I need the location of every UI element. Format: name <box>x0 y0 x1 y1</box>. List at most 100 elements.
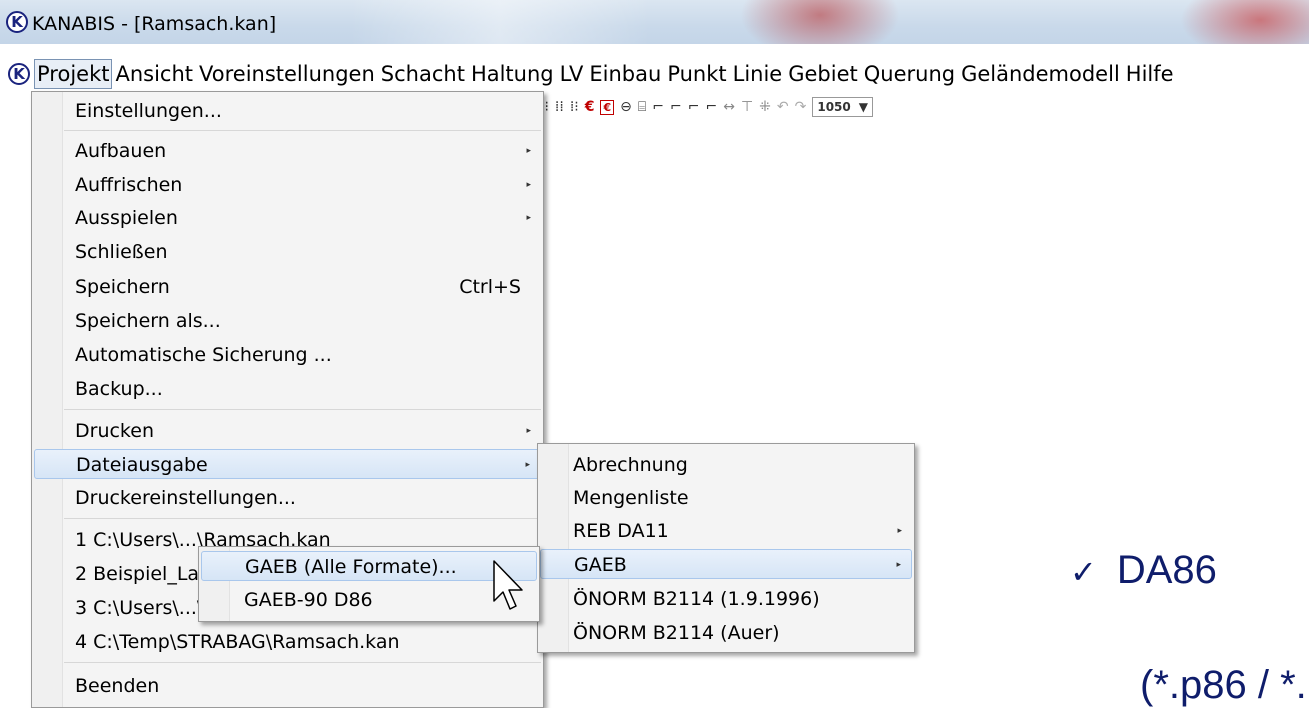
menu-voreinstellungen[interactable]: Voreinstellungen <box>196 59 378 89</box>
check-icon: ✓ <box>1070 553 1097 591</box>
menu-item-auto-sicherung[interactable]: Automatische Sicherung ... <box>34 340 541 370</box>
menu-item-auffrischen[interactable]: Auffrischen ▸ <box>34 170 541 200</box>
menu-item-druckereinstellungen[interactable]: Druckereinstellungen... <box>34 483 541 513</box>
menu-gebiet[interactable]: Gebiet <box>785 59 861 89</box>
submenu-arrow-icon: ▸ <box>525 460 530 470</box>
menu-separator <box>64 130 541 131</box>
format-label: DA86 <box>1116 548 1217 592</box>
measure-icon[interactable]: ↔ <box>723 99 735 115</box>
mouse-cursor-icon <box>493 560 523 610</box>
menu-item-label: REB DA11 <box>573 520 669 542</box>
title-bar-glare <box>350 0 650 44</box>
menu-punkt[interactable]: Punkt <box>664 59 729 89</box>
submenu-arrow-icon: ▸ <box>896 560 901 570</box>
grid-tool-icon[interactable]: ⁞⁞ <box>555 99 564 115</box>
pipe-icon[interactable]: ⊖ <box>620 99 632 115</box>
menu-item-mengenliste[interactable]: Mengenliste <box>540 483 912 513</box>
menu-item-label: Drucken <box>75 420 154 442</box>
menu-querung[interactable]: Querung <box>861 59 958 89</box>
menu-item-label: GAEB <box>574 554 627 576</box>
format-item: ✓ DA86 <box>1070 548 1217 593</box>
menu-item-onorm-1996[interactable]: ÖNORM B2114 (1.9.1996) <box>540 584 912 614</box>
building-icon[interactable]: ⌸ <box>638 99 646 115</box>
submenu-arrow-icon: ▸ <box>526 426 531 436</box>
menu-item-label: Dateiausgabe <box>76 454 208 476</box>
zoom-value: 1050 <box>817 100 851 114</box>
grid-tool-icon[interactable]: ⁞⁝ <box>570 99 579 115</box>
menu-item-label: GAEB (Alle Formate)... <box>245 556 457 578</box>
menu-item-einstellungen[interactable]: Einstellungen... <box>34 96 541 126</box>
submenu-arrow-icon: ▸ <box>526 180 531 190</box>
menu-item-label: Speichern <box>75 276 170 298</box>
menu-item-label: Druckereinstellungen... <box>75 487 296 509</box>
menu-item-schliessen[interactable]: Schließen <box>34 237 541 267</box>
euro-box-icon[interactable]: € <box>600 99 615 115</box>
menu-item-drucken[interactable]: Drucken ▸ <box>34 416 541 446</box>
menu-projekt[interactable]: Projekt <box>34 59 113 89</box>
menu-item-label: Schließen <box>75 241 168 263</box>
menu-hilfe[interactable]: Hilfe <box>1123 59 1177 89</box>
menu-gelaendemodell[interactable]: Geländemodell <box>958 59 1123 89</box>
menu-item-aufbauen[interactable]: Aufbauen ▸ <box>34 136 541 166</box>
menu-item-label: Einstellungen... <box>75 100 222 122</box>
window-title: KANABIS - [Ramsach.kan] <box>32 13 277 35</box>
menu-item-label: Aufbauen <box>75 140 167 162</box>
menu-item-label: Automatische Sicherung ... <box>75 344 332 366</box>
menu-linie[interactable]: Linie <box>730 59 786 89</box>
zoom-select[interactable]: 1050 ▼ <box>812 97 873 117</box>
menu-item-label: Auffrischen <box>75 174 183 196</box>
menu-separator <box>64 409 541 410</box>
shaft-icon[interactable]: ⌐ <box>670 99 682 115</box>
menu-schacht[interactable]: Schacht <box>378 59 468 89</box>
app-logo-icon: K <box>6 11 28 33</box>
menu-item-ausspielen[interactable]: Ausspielen ▸ <box>34 203 541 233</box>
shaft-icon[interactable]: ⌐ <box>705 99 717 115</box>
menu-item-speichern[interactable]: Speichern Ctrl+S <box>34 272 541 302</box>
submenu-arrow-icon: ▸ <box>526 146 531 156</box>
menu-item-backup[interactable]: Backup... <box>34 374 541 404</box>
menu-einbau[interactable]: Einbau <box>586 59 664 89</box>
menu-item-beenden[interactable]: Beenden <box>34 671 541 701</box>
menu-haltung[interactable]: Haltung <box>468 59 557 89</box>
menu-item-label: Ausspielen <box>75 207 178 229</box>
redo-icon[interactable]: ↷ <box>795 99 807 115</box>
crosshair-icon[interactable]: ⁜ <box>759 99 771 115</box>
menu-item-label: ÖNORM B2114 (Auer) <box>573 622 780 644</box>
title-bar: K KANABIS - [Ramsach.kan] <box>0 0 1309 44</box>
menu-item-label: 4 C:\Temp\STRABAG\Ramsach.kan <box>75 631 400 653</box>
menu-separator <box>64 662 541 663</box>
menu-item-label: GAEB-90 D86 <box>244 589 373 611</box>
menu-item-speichern-als[interactable]: Speichern als... <box>34 306 541 336</box>
menu-item-gaeb[interactable]: GAEB ▸ <box>540 549 912 579</box>
title-bar-decoration <box>1180 0 1309 44</box>
title-bar-decoration <box>740 0 900 44</box>
menu-item-label: Abrechnung <box>573 454 688 476</box>
document-logo-icon[interactable]: K <box>8 63 30 85</box>
height-icon[interactable]: ⊤ <box>741 99 753 115</box>
toolbar: ⁝⁝ ⁞⁞ ⁞⁝ € € ⊖ ⌸ ⌐ ⌐ ⌐ ⌐ ↔ ⊤ ⁜ ↶ ↷ 1050 … <box>540 95 873 119</box>
shaft-icon[interactable]: ⌐ <box>688 99 700 115</box>
menu-item-onorm-auer[interactable]: ÖNORM B2114 (Auer) <box>540 618 912 648</box>
menu-item-label: Speichern als... <box>75 310 221 332</box>
menu-item-dateiausgabe[interactable]: Dateiausgabe ▸ <box>34 449 541 479</box>
menu-item-label: ÖNORM B2114 (1.9.1996) <box>573 588 820 610</box>
dateiausgabe-submenu: Abrechnung Mengenliste REB DA11 ▸ GAEB ▸ Ö… <box>537 443 915 653</box>
chevron-down-icon: ▼ <box>858 100 868 114</box>
menu-item-reb-da11[interactable]: REB DA11 ▸ <box>540 516 912 546</box>
menu-shortcut: Ctrl+S <box>459 276 521 298</box>
undo-icon[interactable]: ↶ <box>777 99 789 115</box>
menu-item-gaeb-alle-formate[interactable]: GAEB (Alle Formate)... <box>201 551 537 581</box>
shaft-icon[interactable]: ⌐ <box>652 99 664 115</box>
gaeb-submenu: GAEB (Alle Formate)... GAEB-90 D86 <box>198 546 540 622</box>
menu-lv[interactable]: LV <box>557 59 587 89</box>
menu-bar: K Projekt Ansicht Voreinstellungen Schac… <box>0 57 1309 91</box>
menu-item-recent-4[interactable]: 4 C:\Temp\STRABAG\Ramsach.kan <box>34 627 541 657</box>
menu-item-label: Beenden <box>75 675 160 697</box>
menu-item-abrechnung[interactable]: Abrechnung <box>540 450 912 480</box>
menu-item-gaeb-90-d86[interactable]: GAEB-90 D86 <box>201 585 537 615</box>
menu-item-label: Backup... <box>75 378 163 400</box>
menu-separator <box>64 518 541 519</box>
menu-ansicht[interactable]: Ansicht <box>112 59 196 89</box>
euro-icon[interactable]: € <box>585 99 595 115</box>
submenu-arrow-icon: ▸ <box>526 213 531 223</box>
